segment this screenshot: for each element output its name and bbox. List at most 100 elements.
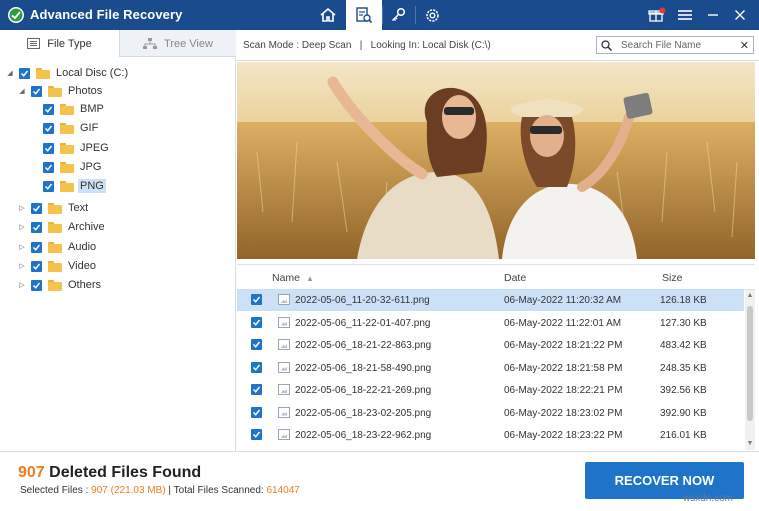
tree-item-label: GIF — [80, 122, 99, 134]
expanded-arrow-icon[interactable]: ◢ — [17, 86, 27, 96]
file-checkbox[interactable] — [251, 361, 262, 373]
file-date: 06-May-2022 18:22:21 PM — [504, 385, 623, 396]
file-checkbox[interactable] — [251, 384, 262, 395]
file-row[interactable]: 2022-05-06_18-23-22-962.png 06-May-2022 1… — [237, 424, 744, 446]
column-size-header[interactable]: Size — [662, 272, 682, 284]
scroll-up-arrow-icon[interactable]: ▲ — [746, 292, 754, 300]
notification-button[interactable] — [643, 0, 671, 30]
tree-checkbox[interactable] — [43, 180, 54, 192]
clear-search-icon[interactable]: ✕ — [740, 39, 749, 52]
settings-button[interactable] — [414, 0, 450, 30]
tree-item[interactable]: ▷ Others — [17, 276, 103, 294]
tree-item[interactable]: GIF — [29, 119, 100, 137]
menu-button[interactable] — [671, 0, 699, 30]
file-row[interactable]: 2022-05-06_18-21-22-863.png 06-May-2022 1… — [237, 334, 744, 356]
tree-item-label: Audio — [68, 241, 97, 253]
register-key-button[interactable] — [380, 0, 416, 30]
tree-item[interactable]: ▷ Text — [17, 199, 90, 217]
tree-checkbox[interactable] — [43, 161, 54, 173]
column-date-header[interactable]: Date — [504, 272, 526, 284]
file-checkbox[interactable] — [251, 429, 262, 440]
selected-files-value: 907 (221.03 MB) — [91, 485, 166, 496]
expanded-arrow-icon[interactable]: ◢ — [5, 68, 15, 78]
file-checkbox[interactable] — [251, 294, 262, 305]
scan-stats: Selected Files : 907 (221.03 MB) | Total… — [20, 485, 300, 496]
file-date: 06-May-2022 18:23:22 PM — [504, 430, 623, 441]
file-checkbox[interactable] — [251, 339, 262, 350]
tab-tree-view-label: Tree View — [164, 37, 213, 50]
minimize-button[interactable] — [699, 0, 727, 30]
tree-checkbox[interactable] — [31, 202, 42, 214]
file-checkbox[interactable] — [251, 316, 262, 328]
found-label: Deleted Files Found — [44, 464, 202, 481]
scrollbar-thumb[interactable] — [747, 306, 753, 421]
tree-item-label: PNG — [78, 179, 106, 193]
app-logo-icon — [8, 7, 24, 23]
tree-checkbox[interactable] — [31, 241, 42, 253]
folder-icon — [48, 279, 62, 291]
tree-item-label: Local Disc (C:) — [56, 67, 129, 79]
file-size: 216.01 KB — [660, 430, 707, 441]
file-checkbox[interactable] — [251, 406, 262, 418]
search-input[interactable]: Search File Name ✕ — [596, 36, 754, 54]
close-window-button[interactable] — [726, 0, 754, 30]
image-file-icon — [278, 361, 290, 373]
file-row[interactable]: 2022-05-06_11-22-01-407.png 06-May-2022 1… — [237, 312, 744, 334]
tree-item[interactable]: ◢ Local Disc (C:) — [5, 64, 130, 82]
tree-item[interactable]: ◢ Photos — [17, 82, 104, 100]
home-button[interactable] — [310, 0, 346, 30]
tree-checkbox[interactable] — [43, 103, 54, 115]
footer: 907 Deleted Files Found Selected Files :… — [0, 451, 759, 511]
tree-item[interactable]: PNG — [29, 177, 106, 195]
column-name-label: Name — [272, 272, 301, 284]
tree-item-label: Archive — [68, 221, 105, 233]
search-icon — [601, 39, 612, 51]
home-icon — [320, 7, 336, 22]
file-name: 2022-05-06_18-22-21-269.png — [295, 385, 432, 396]
image-file-icon — [278, 294, 290, 305]
tree-checkbox[interactable] — [43, 142, 54, 154]
file-size: 483.42 KB — [660, 340, 707, 351]
column-name-header[interactable]: Name ▲ — [272, 272, 314, 284]
tab-tree-view[interactable]: Tree View — [120, 30, 236, 57]
selected-files-label: Selected Files : — [20, 485, 92, 496]
tree-item-label: Photos — [68, 85, 103, 97]
tree-item[interactable]: ▷ Archive — [17, 218, 107, 236]
scan-results-button[interactable] — [346, 0, 382, 30]
files-found-summary: 907 Deleted Files Found — [18, 464, 201, 482]
minimize-icon — [708, 14, 718, 16]
image-file-icon — [278, 429, 290, 440]
file-row[interactable]: 2022-05-06_18-21-58-490.png 06-May-2022 1… — [237, 357, 744, 379]
collapsed-arrow-icon[interactable]: ▷ — [17, 203, 27, 213]
collapsed-arrow-icon[interactable]: ▷ — [17, 261, 27, 271]
tree-item[interactable]: ▷ Audio — [17, 238, 98, 256]
scroll-down-arrow-icon[interactable]: ▼ — [746, 440, 754, 448]
search-placeholder: Search File Name — [621, 39, 702, 51]
file-row[interactable]: 2022-05-06_18-23-02-205.png 06-May-2022 1… — [237, 402, 744, 424]
collapsed-arrow-icon[interactable]: ▷ — [17, 242, 27, 252]
collapsed-arrow-icon[interactable]: ▷ — [17, 280, 27, 290]
file-name: 2022-05-06_18-23-02-205.png — [295, 407, 432, 419]
file-row[interactable]: 2022-05-06_11-20-32-611.png 06-May-2022 1… — [237, 289, 744, 311]
file-date: 06-May-2022 18:21:58 PM — [504, 362, 623, 374]
folder-icon — [60, 180, 74, 192]
file-list-scrollbar[interactable]: ▲ ▼ — [745, 290, 755, 450]
folder-icon — [48, 241, 62, 253]
folder-icon — [60, 122, 74, 134]
tree-checkbox[interactable] — [31, 85, 42, 97]
tree-item[interactable]: JPG — [29, 158, 103, 176]
total-scanned-value: 614047 — [266, 485, 300, 496]
collapsed-arrow-icon[interactable]: ▷ — [17, 222, 27, 232]
tree-item[interactable]: BMP — [29, 100, 106, 118]
tree-item-label: BMP — [80, 103, 104, 115]
tree-checkbox[interactable] — [43, 122, 54, 134]
tree-item[interactable]: ▷ Video — [17, 257, 98, 275]
file-row[interactable]: 2022-05-06_18-22-21-269.png 06-May-2022 1… — [237, 379, 744, 401]
tab-file-type[interactable]: File Type — [0, 30, 120, 57]
tree-item[interactable]: JPEG — [29, 139, 111, 157]
tree-checkbox[interactable] — [31, 279, 42, 291]
tree-checkbox[interactable] — [19, 67, 30, 79]
tree-checkbox[interactable] — [31, 221, 42, 233]
tree-checkbox[interactable] — [31, 260, 42, 272]
